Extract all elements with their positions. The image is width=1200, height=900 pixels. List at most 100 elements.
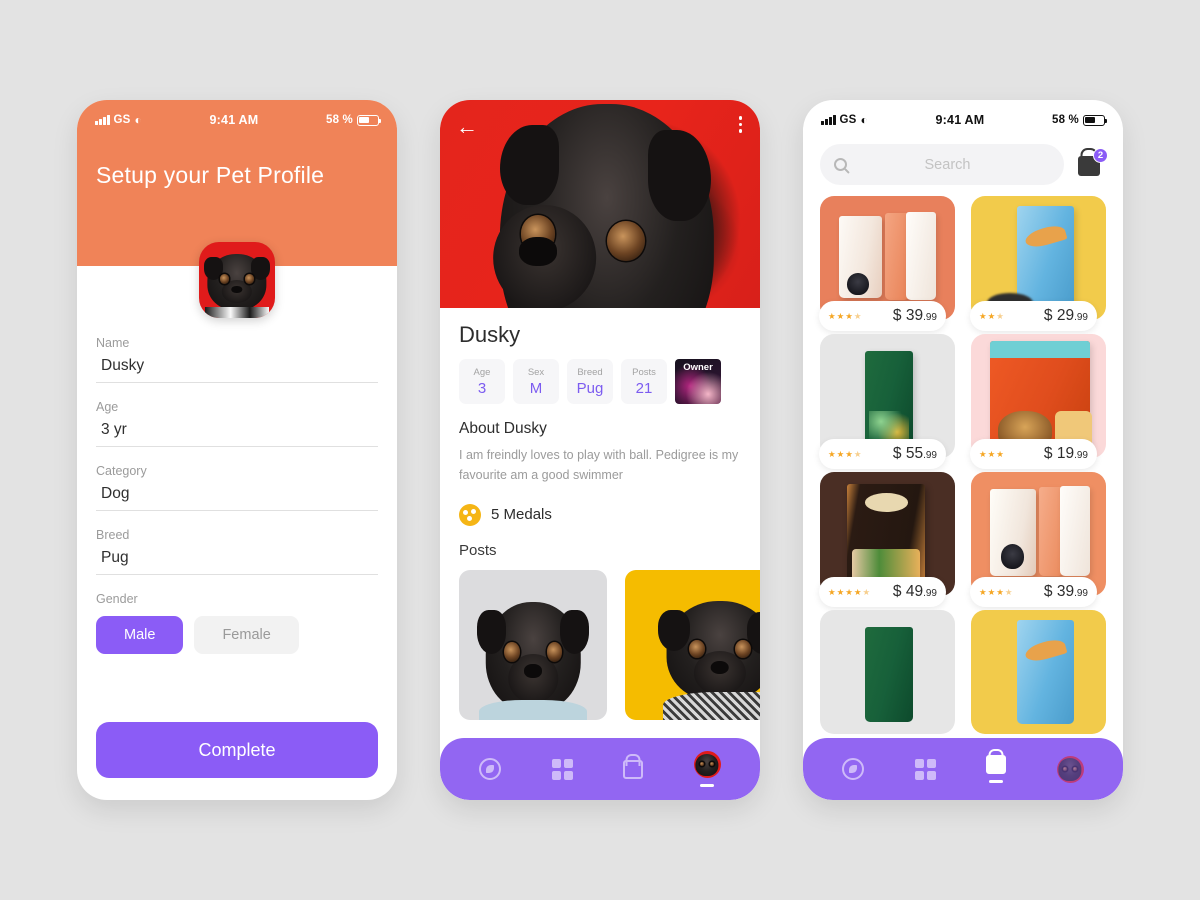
search-row: Search 2 xyxy=(803,134,1123,185)
cart-button[interactable]: 2 xyxy=(1076,147,1108,180)
back-button[interactable]: ← xyxy=(456,116,478,138)
status-bar: GS ◐ 9:41 AM 58 % xyxy=(77,100,397,134)
page-title: Setup your Pet Profile xyxy=(96,162,325,188)
field-gender: Gender Male Female xyxy=(96,592,378,654)
search-input[interactable]: Search xyxy=(820,144,1064,185)
gender-female-button[interactable]: Female xyxy=(194,616,299,654)
nav-shop[interactable] xyxy=(623,759,644,779)
screenshot-canvas: GS ◐ 9:41 AM 58 % Setup your Pet Profile xyxy=(0,0,1200,900)
pet-name: Dusky xyxy=(459,322,521,347)
nav-discover[interactable] xyxy=(842,758,865,780)
bottom-navigation xyxy=(803,738,1123,800)
complete-button[interactable]: Complete xyxy=(96,722,378,778)
stat-sex: Sex M xyxy=(513,359,559,404)
stat-posts: Posts 21 xyxy=(621,359,667,404)
post-thumbnail[interactable] xyxy=(459,569,607,720)
pet-hero-image: ← xyxy=(440,100,760,308)
field-breed: Breed xyxy=(96,528,378,575)
rating-stars: ★ ★ ★ ★ xyxy=(828,448,862,459)
stat-age: Age 3 xyxy=(459,359,505,404)
owner-label: Owner xyxy=(683,362,713,373)
name-input[interactable] xyxy=(96,357,378,383)
stat-value: M xyxy=(529,379,543,397)
bottom-navigation xyxy=(440,738,760,800)
nav-shop[interactable] xyxy=(986,755,1007,783)
product-price-pill: ★ ★ ★ ★ $ 39.99 xyxy=(819,301,946,331)
category-input[interactable] xyxy=(96,485,378,511)
nav-profile[interactable] xyxy=(1056,755,1084,783)
stat-value: Pug xyxy=(576,379,604,397)
wifi-icon: ◐ xyxy=(134,113,142,127)
medals-label: 5 Medals xyxy=(491,506,552,523)
signal-icon xyxy=(95,115,110,125)
nav-discover[interactable] xyxy=(479,758,502,780)
product-price-pill: ★ ★ ★ $ 29.99 xyxy=(970,301,1097,331)
stat-key: Age xyxy=(473,366,491,378)
product-price-pill: ★ ★ ★ ★ ★ $ 49.99 xyxy=(819,577,946,607)
owner-avatar[interactable]: Owner xyxy=(675,359,721,404)
nav-categories[interactable] xyxy=(551,758,573,780)
compass-icon xyxy=(479,758,502,780)
grid-icon xyxy=(914,758,936,780)
pug-avatar-art xyxy=(199,242,275,318)
bag-icon xyxy=(986,755,1007,774)
pug-post-art xyxy=(657,588,760,720)
rating-stars: ★ ★ ★ xyxy=(979,448,1004,459)
avatar-icon xyxy=(1056,755,1084,783)
field-label: Age xyxy=(96,400,119,414)
product-image xyxy=(971,610,1106,734)
pet-stats-row: Age 3 Sex M Breed Pug Posts 21 Owner xyxy=(459,359,741,404)
stat-key: Sex xyxy=(527,366,545,378)
more-options-button[interactable] xyxy=(738,116,742,133)
gender-male-button[interactable]: Male xyxy=(96,616,184,654)
search-placeholder: Search xyxy=(924,156,971,173)
medal-icon xyxy=(459,503,481,526)
grid-icon xyxy=(551,758,573,780)
product-price: $ 49.99 xyxy=(892,583,937,600)
field-label: Name xyxy=(96,336,130,350)
clock-label: 9:41 AM xyxy=(209,113,259,127)
product-price: $ 39.99 xyxy=(892,307,937,324)
pug-hero-art xyxy=(440,100,760,308)
product-card[interactable]: ★ ★ ★ ★ $ 39.99 xyxy=(970,472,1106,607)
product-price: $ 55.99 xyxy=(892,445,937,462)
nav-profile[interactable] xyxy=(693,751,721,787)
product-price-pill: ★ ★ ★ ★ $ 39.99 xyxy=(970,577,1097,607)
about-title: About Dusky xyxy=(459,420,547,437)
wifi-icon: ◐ xyxy=(860,113,868,127)
product-card[interactable]: ★ ★ ★ ★ ★ $ 49.99 xyxy=(819,472,955,607)
active-indicator xyxy=(989,780,1004,783)
product-card[interactable]: ★ ★ ★ ★ $ 55.99 xyxy=(819,334,955,469)
pug-mini-art xyxy=(1057,756,1084,783)
product-price: $ 29.99 xyxy=(1043,307,1088,324)
rating-stars: ★ ★ ★ ★ ★ xyxy=(828,586,871,597)
age-input[interactable] xyxy=(96,421,378,447)
pet-profile-form: Name Age Category Breed Gender Male Fema… xyxy=(77,266,397,654)
phone-screen-pet-profile: ← Dusky Age 3 Sex M Breed Pug Posts 21 O… xyxy=(440,100,760,800)
breed-input[interactable] xyxy=(96,549,378,575)
pet-profile-body: Dusky Age 3 Sex M Breed Pug Posts 21 Own… xyxy=(440,308,760,720)
battery-icon xyxy=(1082,114,1108,126)
product-card[interactable]: ★ ★ ★ $ 19.99 xyxy=(970,334,1106,469)
product-card[interactable]: ★ ★ ★ $ 29.99 xyxy=(970,196,1106,331)
pet-avatar[interactable] xyxy=(199,242,275,318)
battery-icon xyxy=(356,114,382,126)
medals-row[interactable]: 5 Medals xyxy=(459,503,741,526)
product-card[interactable] xyxy=(971,610,1106,734)
bag-icon xyxy=(623,759,644,779)
product-price: $ 19.99 xyxy=(1043,445,1088,462)
active-indicator xyxy=(700,784,715,787)
product-image xyxy=(820,610,955,734)
compass-icon xyxy=(842,758,865,780)
post-thumbnail[interactable] xyxy=(625,569,760,720)
battery-percent-label: 58 % xyxy=(1051,114,1079,126)
stat-breed: Breed Pug xyxy=(567,359,613,404)
battery-percent-label: 58 % xyxy=(325,114,353,126)
nav-categories[interactable] xyxy=(914,758,936,780)
posts-gallery xyxy=(459,569,760,720)
product-card[interactable] xyxy=(820,610,955,734)
stat-key: Breed xyxy=(577,366,603,378)
product-card[interactable]: ★ ★ ★ ★ $ 39.99 xyxy=(819,196,955,331)
cart-badge: 2 xyxy=(1093,147,1108,163)
pug-post-art xyxy=(476,585,590,720)
